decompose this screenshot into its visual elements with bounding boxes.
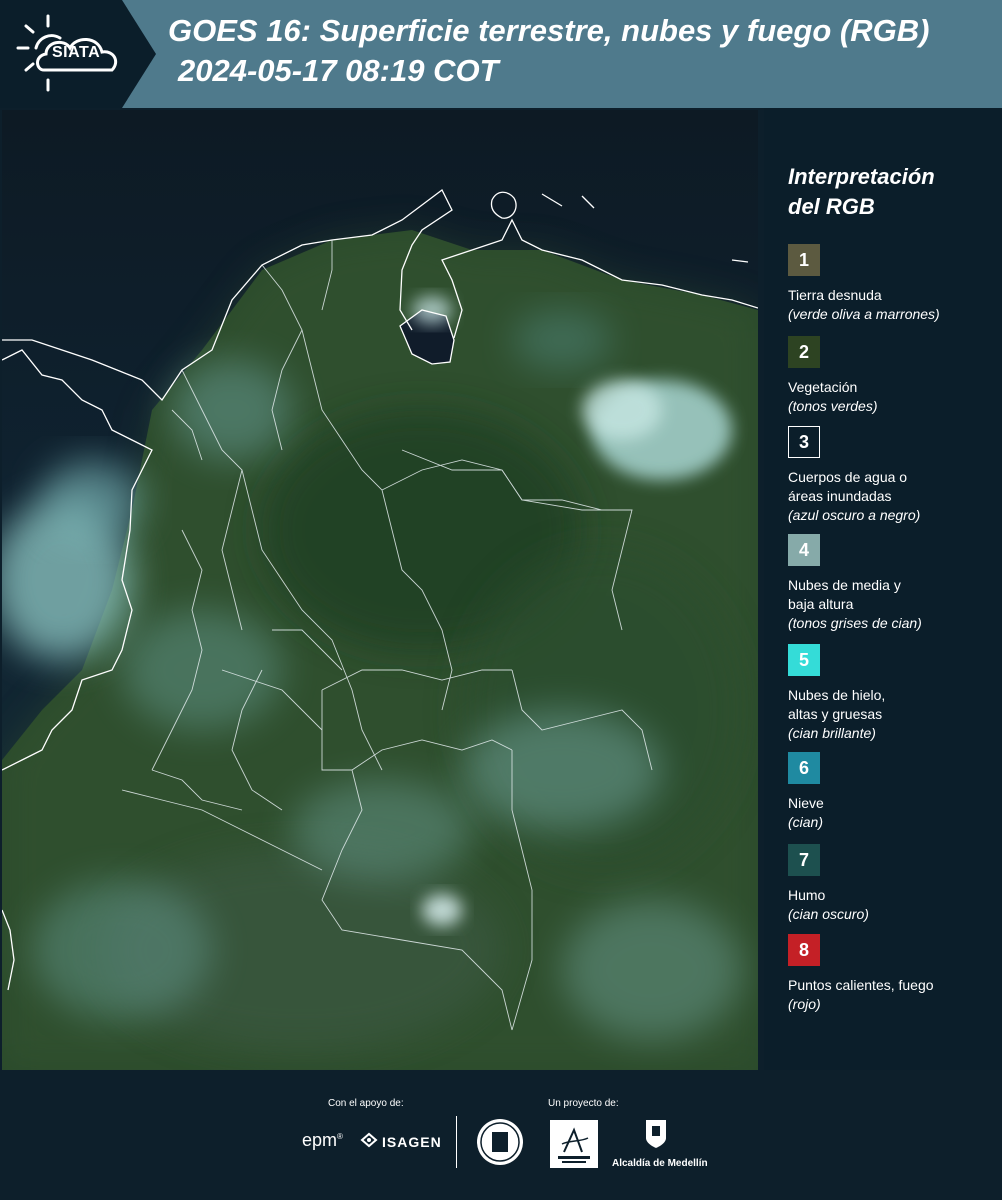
legend-panel: Interpretación del RGB 1 Tierra desnuda … xyxy=(764,108,1002,1070)
legend-swatch: 4 xyxy=(788,534,820,566)
legend-item-1: 1 Tierra desnuda (verde oliva a marrones… xyxy=(788,244,998,324)
legend-swatch: 7 xyxy=(788,844,820,876)
page-title: GOES 16: Superficie terrestre, nubes y f… xyxy=(168,13,930,48)
legend-swatch: 8 xyxy=(788,934,820,966)
legend-label-line: Cuerpos de agua o xyxy=(788,469,908,485)
legend-title-line2: del RGB xyxy=(788,194,875,219)
legend-item-3: 3 Cuerpos de agua o áreas inundadas (azu… xyxy=(788,426,998,525)
legend-item-2: 2 Vegetación (tonos verdes) xyxy=(788,336,998,416)
legend-number: 6 xyxy=(798,757,809,778)
isagen-logo: ISAGEN xyxy=(382,1134,442,1150)
legend-sublabel: (azul oscuro a negro) xyxy=(788,507,921,523)
legend-sublabel: (tonos verdes) xyxy=(788,398,878,414)
legend-number: 3 xyxy=(798,431,809,452)
timestamp: 2024-05-17 08:19 COT xyxy=(178,53,499,88)
legend-sublabel: (cian brillante) xyxy=(788,725,876,741)
legend-label-line: Vegetación xyxy=(788,379,858,395)
legend-sublabel: (verde oliva a marrones) xyxy=(788,306,940,322)
project-label: Un proyecto de: xyxy=(548,1098,619,1109)
siata-logo: SIATA xyxy=(0,0,160,108)
legend-sublabel: (cian) xyxy=(788,814,824,830)
legend-swatch: 1 xyxy=(788,244,820,276)
legend-label: Nieve xyxy=(788,794,998,813)
legend-item-7: 7 Humo (cian oscuro) xyxy=(788,844,998,924)
legend-label: Nubes de media y baja altura xyxy=(788,576,998,614)
legend-swatch: 6 xyxy=(788,752,820,784)
legend-label: Puntos calientes, fuego xyxy=(788,976,998,995)
legend-title: Interpretación del RGB xyxy=(788,162,988,222)
satellite-map xyxy=(2,110,758,1070)
legend-label-line: altas y gruesas xyxy=(788,706,883,722)
legend-sublabel: (rojo) xyxy=(788,996,821,1012)
legend-sublabel: (cian oscuro) xyxy=(788,906,869,922)
legend-item-5: 5 Nubes de hielo, altas y gruesas (cian … xyxy=(788,644,998,743)
legend-label-line: Tierra desnuda xyxy=(788,287,882,303)
legend-label: Vegetación xyxy=(788,378,998,397)
legend-swatch: 5 xyxy=(788,644,820,676)
legend-label-line: Nubes de media y xyxy=(788,577,901,593)
footer: Con el apoyo de: Un proyecto de: epm® IS… xyxy=(0,1070,1002,1200)
legend-label-line: áreas inundadas xyxy=(788,488,892,504)
alcaldia-label: Alcaldía de Medellín xyxy=(612,1158,708,1169)
legend-number: 4 xyxy=(798,539,809,560)
legend-swatch: 2 xyxy=(788,336,820,368)
legend-label-line: Nieve xyxy=(788,795,824,811)
alcaldia-shield-icon xyxy=(646,1120,666,1148)
logo-text: SIATA xyxy=(52,44,101,61)
support-label: Con el apoyo de: xyxy=(328,1098,404,1109)
legend-item-8: 8 Puntos calientes, fuego (rojo) xyxy=(788,934,998,1014)
area-metropolitana-logo xyxy=(550,1120,598,1168)
legend-label-line: Puntos calientes, fuego xyxy=(788,977,934,993)
legend-label-line: Humo xyxy=(788,887,826,903)
university-seal-icon xyxy=(477,1119,523,1165)
legend-label: Cuerpos de agua o áreas inundadas xyxy=(788,468,998,506)
legend-item-6: 6 Nieve (cian) xyxy=(788,752,998,832)
legend-label: Nubes de hielo, altas y gruesas xyxy=(788,686,998,724)
legend-sublabel: (tonos grises de cian) xyxy=(788,615,922,631)
header-bar: SIATA GOES 16: Superficie terrestre, nub… xyxy=(0,0,1002,108)
legend-title-line1: Interpretación xyxy=(788,164,935,189)
isagen-icon xyxy=(360,1132,378,1148)
epm-logo: epm® xyxy=(302,1130,343,1150)
epm-text: epm xyxy=(302,1130,338,1150)
legend-label: Tierra desnuda xyxy=(788,286,998,305)
legend-number: 7 xyxy=(798,849,809,870)
legend-number: 5 xyxy=(798,649,809,670)
legend-label: Humo xyxy=(788,886,998,905)
legend-number: 8 xyxy=(798,939,809,960)
legend-number: 1 xyxy=(798,249,809,270)
legend-label-line: Nubes de hielo, xyxy=(788,687,886,703)
legend-label-line: baja altura xyxy=(788,596,854,612)
legend-item-4: 4 Nubes de media y baja altura (tonos gr… xyxy=(788,534,998,633)
footer-divider xyxy=(456,1116,457,1168)
legend-number: 2 xyxy=(798,341,809,362)
legend-swatch: 3 xyxy=(788,426,820,458)
